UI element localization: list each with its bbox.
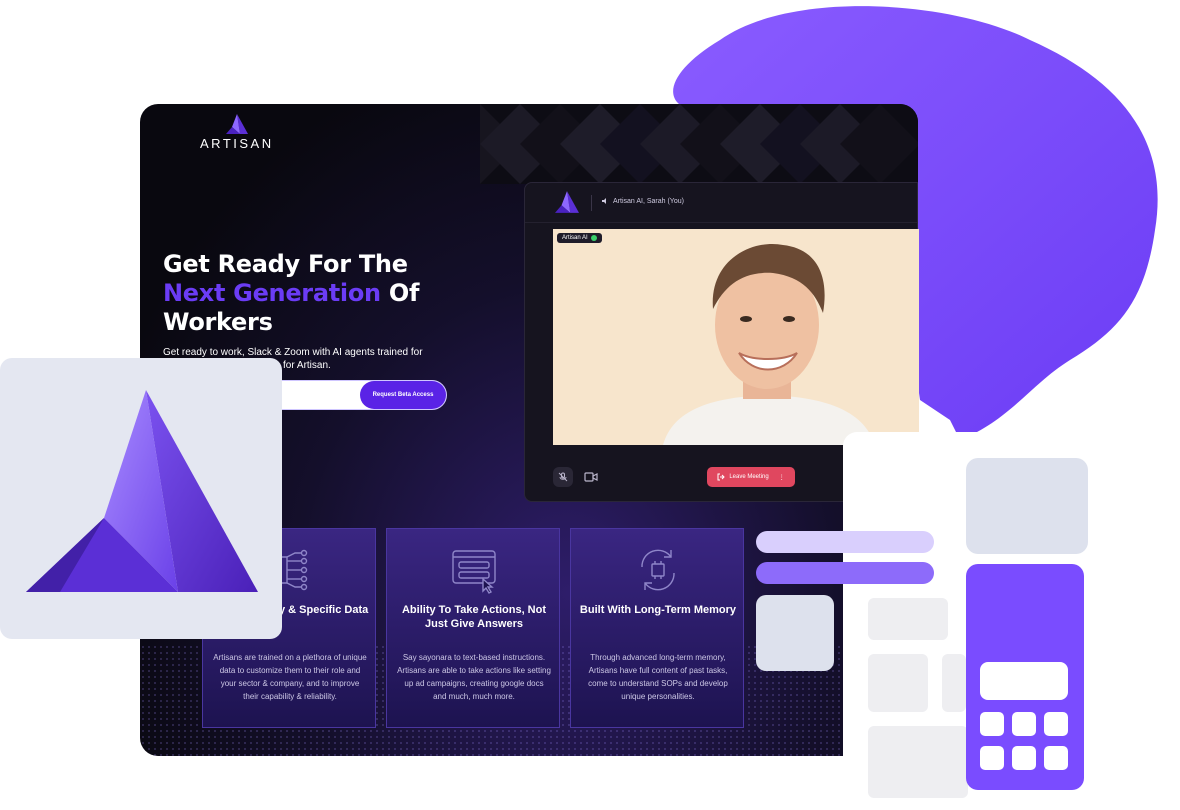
exit-icon — [717, 473, 726, 481]
mockup-bar-dark — [756, 562, 934, 584]
calculator-key — [1044, 746, 1068, 770]
card-body: Artisans are trained on a plethora of un… — [213, 653, 367, 701]
chip-refresh-icon — [641, 549, 675, 591]
participant-photo — [663, 243, 875, 445]
mockup-card — [966, 458, 1088, 554]
hero-title: Get Ready For The Next Generation Of Wor… — [163, 250, 420, 336]
mic-off-icon — [558, 472, 568, 482]
header-divider — [591, 195, 592, 211]
card-body: Say sayonara to text-based instructions.… — [397, 653, 551, 701]
meeting-title: Artisan AI, Sarah (You) — [601, 197, 684, 205]
speaker-icon — [602, 198, 606, 204]
calculator-key — [1012, 712, 1036, 736]
artisan-logo-icon — [225, 114, 248, 134]
meeting-header: Artisan AI, Sarah (You) — [525, 183, 917, 223]
camera-icon[interactable] — [583, 469, 599, 485]
browser-actions-icon — [452, 550, 496, 594]
mute-button[interactable] — [553, 467, 573, 487]
mockup-bar-light — [756, 531, 934, 553]
feature-card-actions: Ability To Take Actions, Not Just Give A… — [386, 528, 560, 728]
card-title: Built With Long-Term Memory — [579, 604, 737, 616]
calculator-key — [980, 712, 1004, 736]
artisan-logo-icon — [555, 191, 579, 213]
participant-tag: Artisan AI — [557, 233, 602, 243]
video-feed: Artisan AI — [553, 229, 919, 445]
card-body: Through advanced long-term memory, Artis… — [588, 653, 728, 701]
artisan-logo-icon — [26, 390, 258, 592]
mockup-block — [942, 654, 966, 712]
leave-meeting-button[interactable]: Leave Meeting ⋮ — [707, 467, 795, 487]
card-title: Ability To Take Actions, Not Just Give A… — [401, 604, 547, 630]
mockup-block — [868, 598, 948, 640]
calculator-key — [1012, 746, 1036, 770]
calculator-key — [1044, 712, 1068, 736]
mockup-square — [756, 595, 834, 671]
mockup-block — [868, 654, 928, 712]
feature-card-memory: Built With Long-Term Memory Through adva… — [570, 528, 744, 728]
brand-name: ARTISAN — [200, 136, 274, 151]
calculator-display — [980, 662, 1068, 700]
mockup-block — [868, 726, 968, 798]
active-dot — [590, 235, 597, 241]
calculator-key — [980, 746, 1004, 770]
header-logo[interactable]: ARTISAN — [200, 114, 274, 151]
pyramid-pattern-decoration — [480, 104, 918, 184]
app-logo-tile — [0, 358, 282, 639]
hero-title-accent: Next Generation — [163, 279, 381, 307]
request-beta-access-button[interactable]: Request Beta Access — [360, 381, 446, 409]
